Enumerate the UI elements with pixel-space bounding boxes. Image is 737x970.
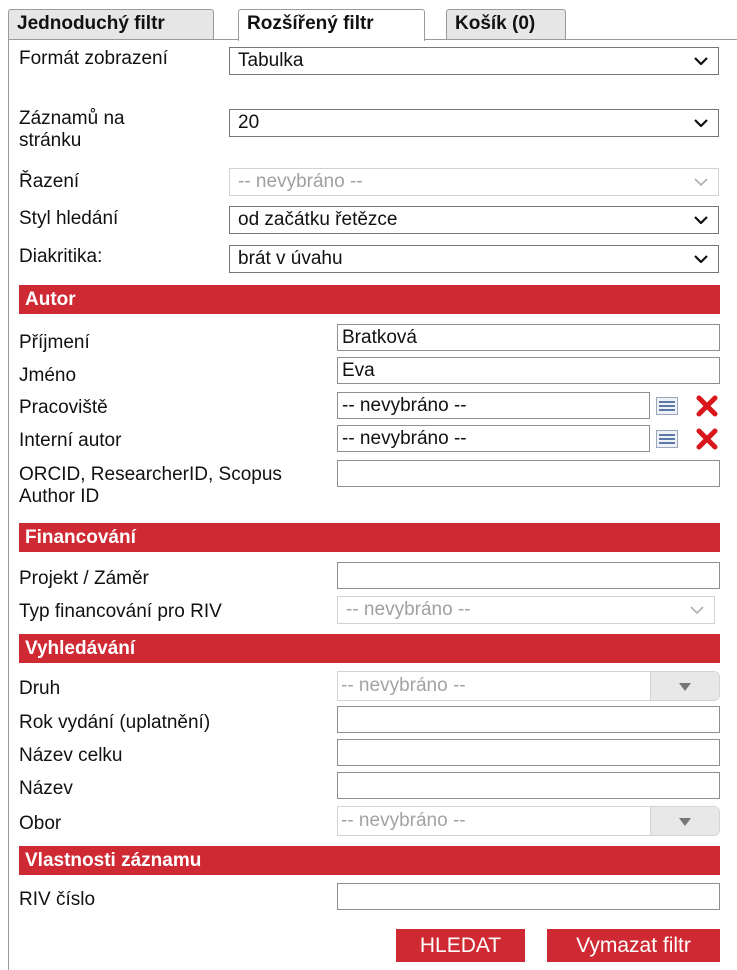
section-header-author: Autor [19,285,720,314]
search-style-value: od začátku řetězce [238,209,398,230]
search-style-label: Styl hledání [19,208,119,229]
workplace-input[interactable]: -- nevybráno -- [337,392,650,419]
sort-value: -- nevybráno -- [238,171,363,192]
diacritics-value: brát v úvahu [238,248,343,269]
orcid-input[interactable] [337,460,720,487]
list-icon[interactable] [656,430,678,448]
chevron-down-icon [694,216,708,224]
firstname-input[interactable]: Eva [337,357,720,384]
diacritics-label: Diakritika: [19,246,103,267]
search-button[interactable]: HLEDAT [396,929,525,962]
field-dropdown-button[interactable] [650,807,719,835]
field-label: Obor [19,813,62,834]
panel-left-border [8,39,9,970]
format-label: Formát zobrazení [19,48,168,69]
clear-icon[interactable] [696,395,718,417]
riv-funding-type-label: Typ financování pro RIV [19,601,222,622]
firstname-label: Jméno [19,365,77,386]
surname-input[interactable]: Bratková [337,324,720,351]
kind-combo[interactable]: -- nevybráno -- [337,671,720,701]
per-page-label: Záznamů na stránku [19,108,125,151]
project-input[interactable] [337,562,720,589]
internal-author-input[interactable]: -- nevybráno -- [337,425,650,452]
title-input[interactable] [337,772,720,799]
chevron-down-icon [694,57,708,65]
workplace-label: Pracoviště [19,397,108,418]
triangle-down-icon [679,818,691,826]
list-icon[interactable] [656,397,678,415]
kind-value: -- nevybráno -- [341,675,466,696]
diacritics-select[interactable]: brát v úvahu [229,245,719,273]
tab-simple-filter[interactable]: Jednoduchý filtr [8,9,214,39]
riv-number-input[interactable] [337,883,720,910]
chevron-down-icon [694,255,708,263]
title-label: Název [19,778,73,799]
chevron-down-icon [690,606,704,614]
triangle-down-icon [679,683,691,691]
year-label: Rok vydání (uplatnění) [19,712,211,733]
internal-author-label: Interní autor [19,430,122,451]
format-select[interactable]: Tabulka [229,47,719,75]
tab-basket[interactable]: Košík (0) [446,9,566,39]
chevron-down-icon [694,119,708,127]
section-header-search: Vyhledávání [19,634,720,663]
kind-dropdown-button[interactable] [650,672,719,700]
riv-number-label: RIV číslo [19,889,96,910]
whole-title-label: Název celku [19,745,123,766]
tab-advanced-filter[interactable]: Rozšířený filtr [238,9,425,41]
active-tab-gap [239,38,424,41]
riv-funding-type-select: -- nevybráno -- [337,596,715,624]
sort-select: -- nevybráno -- [229,168,719,196]
project-label: Projekt / Záměr [19,568,149,589]
per-page-select[interactable]: 20 [229,109,719,137]
year-input[interactable] [337,706,720,733]
surname-label: Příjmení [19,332,90,353]
search-style-select[interactable]: od začátku řetězce [229,206,719,234]
whole-title-input[interactable] [337,739,720,766]
chevron-down-icon [694,178,708,186]
clear-icon[interactable] [696,428,718,450]
section-header-funding: Financování [19,523,720,552]
field-value: -- nevybráno -- [341,810,466,831]
field-combo[interactable]: -- nevybráno -- [337,806,720,836]
sort-label: Řazení [19,171,80,192]
orcid-label: ORCID, ResearcherID, Scopus Author ID [19,464,282,507]
riv-funding-type-value: -- nevybráno -- [346,599,471,620]
section-header-record: Vlastnosti záznamu [19,846,720,875]
per-page-value: 20 [238,112,260,133]
kind-label: Druh [19,678,61,699]
format-value: Tabulka [238,50,304,71]
clear-filter-button[interactable]: Vymazat filtr [547,929,720,962]
